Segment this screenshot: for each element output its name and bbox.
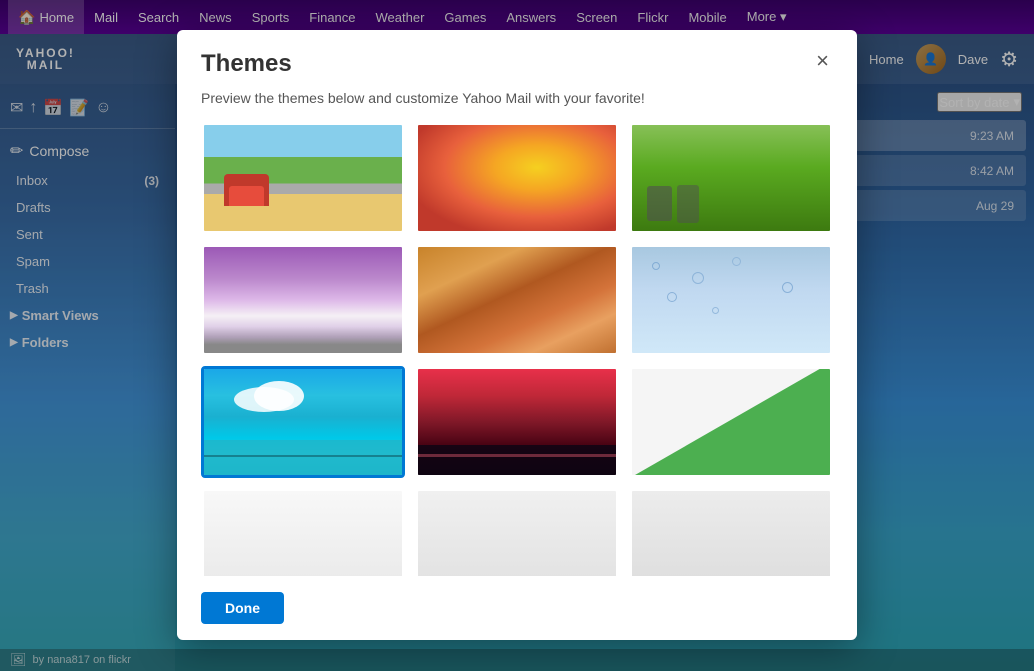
themes-grid — [201, 122, 833, 576]
theme-light3[interactable] — [629, 488, 833, 576]
modal-header: Themes × — [177, 30, 857, 90]
modal-body — [177, 122, 857, 576]
theme-orange-blur[interactable] — [415, 122, 619, 234]
theme-light2[interactable] — [415, 488, 619, 576]
done-button[interactable]: Done — [201, 592, 284, 624]
theme-soldiers[interactable] — [629, 122, 833, 234]
modal-title: Themes — [201, 50, 292, 78]
themes-modal: Themes × Preview the themes below and cu… — [177, 30, 857, 640]
theme-sunset[interactable] — [415, 366, 619, 478]
theme-water-drops[interactable] — [629, 244, 833, 356]
theme-purple-trees[interactable] — [201, 244, 405, 356]
theme-green-white[interactable] — [629, 366, 833, 478]
modal-footer: Done — [177, 576, 857, 640]
modal-subtitle: Preview the themes below and customize Y… — [177, 90, 857, 122]
theme-desert-road[interactable] — [201, 122, 405, 234]
theme-ocean-sky[interactable] — [201, 366, 405, 478]
theme-light1[interactable] — [201, 488, 405, 576]
modal-overlay: Themes × Preview the themes below and cu… — [0, 0, 1034, 671]
theme-sand-dunes[interactable] — [415, 244, 619, 356]
modal-close-button[interactable]: × — [812, 50, 833, 72]
